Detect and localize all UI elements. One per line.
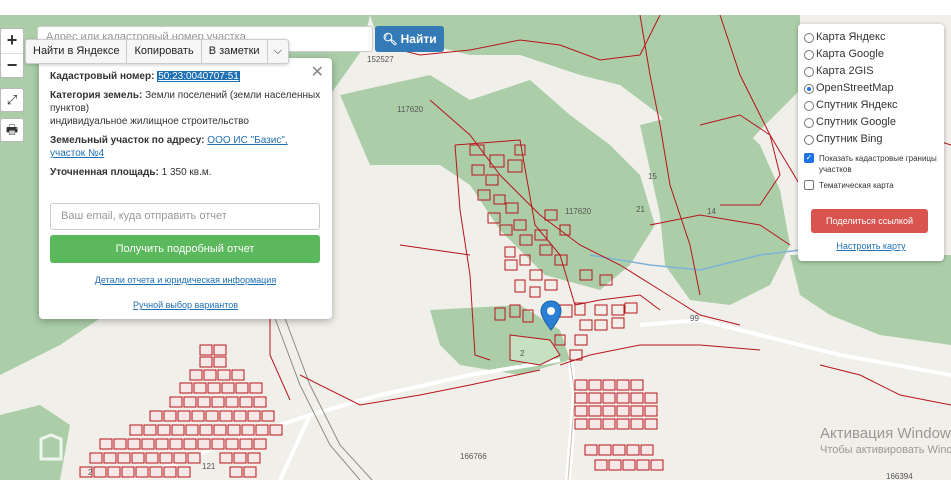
layer-label: Карта Google	[816, 48, 884, 60]
get-report-button[interactable]: Получить подробный отчет	[50, 235, 320, 263]
map-label: 117620	[397, 105, 424, 114]
print-button[interactable]: 🖶	[0, 118, 24, 142]
add-to-notes-button[interactable]: В заметки	[202, 40, 268, 63]
search-icon: 🔍︎	[382, 32, 398, 46]
email-placeholder: Ваш email, куда отправить отчет	[61, 210, 227, 222]
layer-option[interactable]: Спутник Яндекс	[804, 97, 938, 114]
layer-option[interactable]: Спутник Google	[804, 114, 938, 131]
fullscreen-button[interactable]: ⤢	[0, 88, 24, 112]
search-button[interactable]: 🔍︎ Найти	[375, 26, 444, 52]
cadastral-number-link[interactable]: 50:23:0040707:51	[157, 71, 240, 82]
area-label: Уточненная площадь:	[50, 167, 159, 178]
find-in-yandex-button[interactable]: Найти в Яндексе	[26, 40, 128, 63]
layer-option[interactable]: Карта Яндекс	[804, 29, 938, 46]
layer-option[interactable]: OpenStreetMap	[804, 80, 938, 97]
base-layer-list: Карта Яндекс Карта Google Карта 2GIS OpenSt…	[804, 29, 938, 148]
layer-radio[interactable]	[804, 134, 814, 145]
layer-label: Спутник Bing	[816, 133, 883, 145]
address-label: Земельный участок по адресу:	[50, 135, 205, 146]
layer-option[interactable]: Карта Google	[804, 46, 938, 63]
map-label: 15	[648, 172, 657, 181]
parcel-info-popup: ✕ Кадастровый номер: 50:23:0040707:51 Ка…	[39, 58, 332, 319]
layer-label: Карта 2GIS	[816, 65, 874, 77]
search-button-label: Найти	[400, 32, 437, 46]
area-value: 1 350 кв.м.	[161, 167, 212, 178]
layer-label: Спутник Google	[816, 116, 896, 128]
map-label: 99	[690, 314, 699, 323]
map-label: 2	[88, 468, 93, 477]
layer-label: OpenStreetMap	[816, 82, 894, 94]
selection-action-bar: Найти в Яндексе Копировать В заметки ⌵	[25, 39, 289, 64]
email-field[interactable]: Ваш email, куда отправить отчет	[50, 203, 320, 230]
expand-icon: ⤢	[6, 92, 18, 107]
map-label: 166766	[460, 452, 487, 461]
copy-button[interactable]: Копировать	[127, 40, 202, 63]
manual-select-link[interactable]: Ручной выбор вариантов	[133, 300, 238, 310]
chevron-down-icon: ⌵	[273, 45, 282, 57]
printer-icon: 🖶	[5, 122, 19, 137]
map-label: 152527	[367, 55, 394, 64]
layer-radio[interactable]	[804, 66, 814, 77]
layer-radio[interactable]	[804, 83, 814, 94]
layer-label: Карта Яндекс	[816, 31, 886, 43]
close-icon[interactable]: ✕	[311, 62, 324, 82]
layer-option[interactable]: Карта 2GIS	[804, 63, 938, 80]
configure-map-link[interactable]: Настроить карту	[836, 241, 905, 251]
map-label: 121	[202, 462, 216, 471]
map-label: 21	[636, 205, 645, 214]
show-borders-checkbox[interactable]: ✓	[804, 153, 814, 163]
zoom-control: + −	[0, 28, 24, 78]
layer-radio[interactable]	[804, 49, 814, 60]
thematic-label: Тематическая карта	[819, 181, 894, 190]
category-label: Категория земель:	[50, 90, 143, 101]
activation-title: Активация Windows	[820, 425, 951, 442]
show-borders-label: Показать кадастровые границы участков	[819, 154, 937, 174]
thematic-checkbox[interactable]	[804, 180, 814, 190]
layers-panel: Карта Яндекс Карта Google Карта 2GIS OpenSt…	[798, 24, 944, 261]
cadastral-label: Кадастровый номер:	[50, 71, 155, 82]
top-band	[0, 0, 951, 15]
windows-activation-notice: Активация Windows Чтобы активировать Win…	[820, 425, 951, 456]
layer-option[interactable]: Спутник Bing	[804, 131, 938, 148]
layer-radio[interactable]	[804, 100, 814, 111]
layer-radio[interactable]	[804, 32, 814, 43]
activation-subtitle: Чтобы активировать Windows	[820, 444, 951, 456]
details-link[interactable]: Детали отчета и юридическая информация	[95, 275, 276, 285]
map-label: 117620	[565, 207, 592, 216]
show-borders-option[interactable]: ✓ Показать кадастровые границы участков	[804, 153, 938, 175]
zoom-in-button[interactable]: +	[1, 29, 23, 53]
map-label: 2	[520, 349, 525, 358]
more-button[interactable]: ⌵	[268, 40, 288, 63]
layer-label: Спутник Яндекс	[816, 99, 898, 111]
share-link-button[interactable]: Поделиться ссылкой	[811, 209, 928, 233]
map-label: 14	[707, 207, 716, 216]
permitted-use-value: индивидуальное жилищное строительство	[50, 116, 249, 127]
layer-radio[interactable]	[804, 117, 814, 128]
map-label: 166394	[886, 472, 913, 480]
thematic-option[interactable]: Тематическая карта	[804, 180, 938, 191]
zoom-out-button[interactable]: −	[1, 53, 23, 77]
